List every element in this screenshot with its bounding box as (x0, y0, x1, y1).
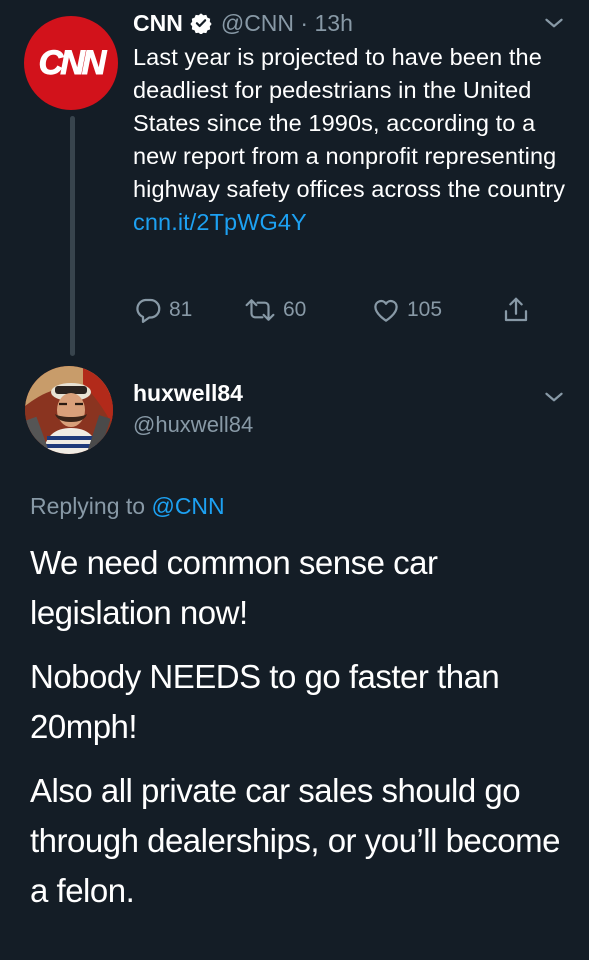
handle[interactable]: @CNN (221, 10, 294, 36)
reply-count: 81 (169, 298, 193, 321)
reply-paragraph: Also all private car sales should go thr… (30, 772, 560, 909)
heart-icon (374, 299, 398, 322)
avatar-image (25, 366, 113, 454)
retweet-count: 60 (283, 298, 307, 321)
reply-paragraph: We need common sense car legislation now… (30, 544, 438, 631)
verified-badge-icon (190, 13, 212, 34)
reply-button[interactable]: 81 (133, 295, 243, 325)
avatar[interactable] (25, 366, 113, 454)
tweet-text: Last year is projected to have been the … (133, 41, 573, 239)
replying-to: Replying to @CNN (30, 493, 225, 520)
display-name[interactable]: CNN (133, 10, 183, 37)
reply-text: We need common sense car legislation now… (30, 538, 570, 930)
reply-tweet: huxwell84 @huxwell84 Replying to @CNN We… (0, 360, 589, 960)
chevron-down-icon[interactable] (541, 384, 567, 410)
replying-label: Replying to (30, 493, 146, 519)
display-name[interactable]: huxwell84 (133, 380, 243, 407)
retweet-icon (245, 299, 275, 321)
replying-mention[interactable]: @CNN (151, 493, 224, 519)
time-separator: · (300, 9, 309, 36)
original-tweet: CNN CNN @CNN · 13h Last year is projecte… (0, 0, 589, 360)
tweet-header: CNN @CNN · 13h (133, 6, 353, 40)
cnn-logo: CNN (38, 43, 107, 82)
tweet-actions: 81 60 105 (133, 292, 531, 328)
reply-paragraph: Nobody NEEDS to go faster than 20mph! (30, 658, 500, 745)
timestamp[interactable]: 13h (314, 10, 352, 36)
thread-line (70, 116, 75, 356)
share-icon (504, 297, 528, 322)
tweet-body: Last year is projected to have been the … (133, 44, 566, 202)
like-button[interactable]: 105 (371, 295, 501, 325)
chevron-down-icon[interactable] (541, 10, 567, 36)
tweet-link[interactable]: cnn.it/2TpWG4Y (133, 206, 573, 239)
reply-icon (136, 298, 161, 323)
share-button[interactable] (501, 295, 531, 325)
like-count: 105 (407, 298, 443, 321)
handle[interactable]: @huxwell84 (133, 412, 253, 438)
cnn-avatar[interactable]: CNN (24, 16, 118, 110)
retweet-button[interactable]: 60 (243, 295, 371, 325)
tweet-meta: @CNN · 13h (221, 10, 353, 37)
